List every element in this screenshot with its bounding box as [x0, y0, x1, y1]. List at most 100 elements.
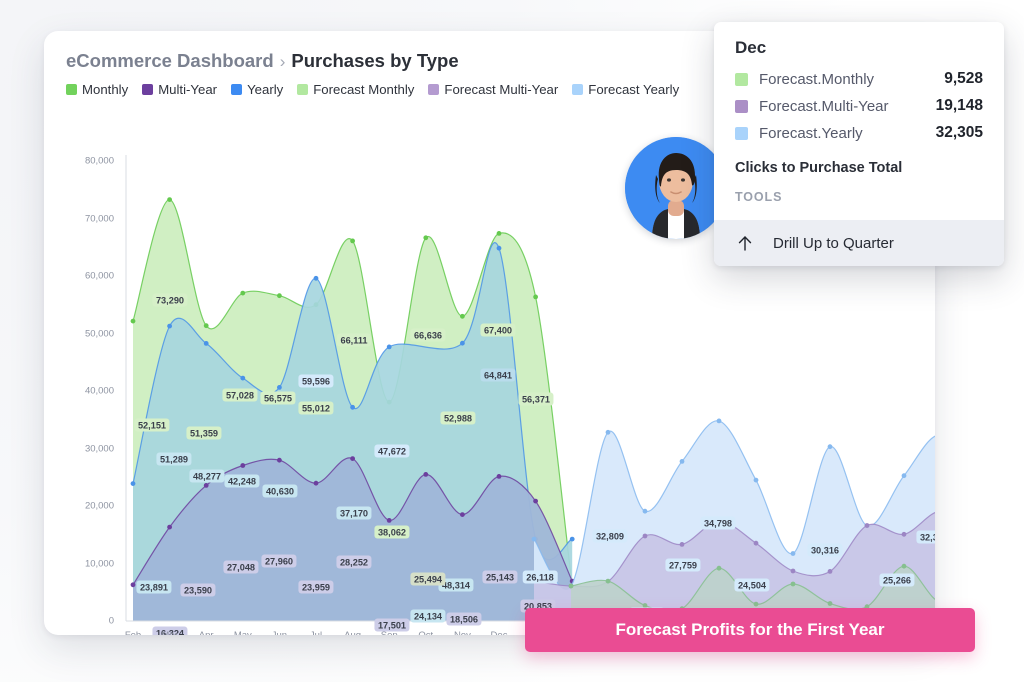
chart-legend: Monthly Multi-Year Yearly Forecast Monthly F…	[66, 82, 679, 97]
data-point[interactable]	[790, 551, 796, 556]
legend-swatch-icon	[572, 84, 584, 95]
data-point[interactable]	[605, 429, 611, 435]
legend-item-yearly[interactable]: Yearly	[231, 82, 283, 97]
data-point[interactable]	[642, 508, 648, 514]
data-point[interactable]	[568, 583, 574, 589]
breadcrumb-parent[interactable]: eCommerce Dashboard	[66, 50, 274, 71]
data-point[interactable]	[753, 540, 759, 546]
data-point[interactable]	[901, 473, 907, 479]
data-point[interactable]	[130, 481, 136, 486]
data-point[interactable]	[790, 568, 796, 574]
data-point[interactable]	[827, 444, 833, 450]
legend-swatch-icon	[142, 84, 154, 95]
data-point-label: 25,143	[482, 570, 518, 584]
x-axis-tick: Dec	[491, 630, 508, 635]
data-point[interactable]	[203, 341, 209, 346]
data-point[interactable]	[679, 459, 685, 464]
data-point[interactable]	[203, 323, 209, 329]
data-point[interactable]	[423, 235, 429, 241]
data-point-label: 30,316	[807, 543, 843, 557]
forecast-profits-button[interactable]: Forecast Profits for the First Year	[525, 608, 975, 652]
data-point-label: 27,048	[223, 560, 259, 574]
data-point[interactable]	[716, 565, 722, 571]
tooltip-swatch-icon	[735, 72, 748, 86]
tooltip-body: Dec Forecast.Monthly 9,528 Forecast.Multi-…	[714, 22, 1004, 220]
data-point[interactable]	[386, 518, 392, 523]
data-point-label: 47,672	[374, 444, 410, 458]
data-point-label: 51,359	[186, 426, 222, 440]
data-point[interactable]	[240, 463, 246, 468]
data-point-label: 25,494	[410, 572, 446, 586]
x-axis-tick: Jun	[272, 630, 287, 635]
data-point[interactable]	[679, 542, 685, 547]
legend-swatch-icon	[297, 84, 309, 95]
data-point[interactable]	[277, 457, 282, 463]
data-point[interactable]	[350, 456, 355, 461]
data-point-label: 55,012	[298, 401, 334, 415]
breadcrumb: eCommerce Dashboard › Purchases by Type	[66, 50, 459, 72]
data-point[interactable]	[827, 569, 833, 574]
data-point[interactable]	[901, 563, 907, 569]
data-point[interactable]	[240, 375, 246, 381]
data-point[interactable]	[531, 536, 537, 542]
data-point[interactable]	[790, 581, 796, 587]
data-point[interactable]	[496, 231, 502, 236]
data-point[interactable]	[203, 483, 209, 488]
data-point-label: 52,151	[134, 418, 170, 432]
tooltip-swatch-icon	[735, 99, 748, 113]
legend-label: Forecast Monthly	[313, 82, 415, 97]
data-point[interactable]	[460, 313, 465, 319]
drill-up-to-quarter-button[interactable]: Drill Up to Quarter	[714, 220, 1004, 266]
data-point[interactable]	[167, 323, 172, 329]
legend-item-forecast-monthly[interactable]: Forecast Monthly	[297, 82, 414, 97]
x-axis-tick: Nov	[454, 630, 471, 635]
data-point[interactable]	[533, 498, 538, 504]
tooltip-row: Forecast.Multi-Year 19,148	[735, 97, 983, 115]
data-point[interactable]	[753, 477, 759, 483]
data-point[interactable]	[716, 418, 722, 424]
data-point[interactable]	[460, 512, 465, 517]
data-point-label: 56,575	[260, 391, 296, 405]
data-point[interactable]	[350, 238, 355, 244]
legend-swatch-icon	[231, 84, 243, 95]
data-point[interactable]	[605, 578, 611, 584]
data-point[interactable]	[130, 582, 136, 588]
data-point[interactable]	[167, 524, 172, 530]
data-point[interactable]	[313, 480, 319, 486]
data-point[interactable]	[642, 533, 648, 539]
data-point[interactable]	[533, 294, 538, 300]
data-point[interactable]	[167, 197, 172, 202]
avatar-illustration	[625, 137, 727, 239]
data-point[interactable]	[827, 601, 833, 606]
legend-item-multi-year[interactable]: Multi-Year	[142, 82, 217, 97]
data-point[interactable]	[864, 523, 870, 528]
legend-item-monthly[interactable]: Monthly	[66, 82, 128, 97]
page-title: Purchases by Type	[291, 50, 459, 71]
data-point[interactable]	[240, 290, 246, 296]
legend-item-forecast-yearly[interactable]: Forecast Yearly	[572, 82, 679, 97]
data-point[interactable]	[350, 404, 355, 410]
data-point[interactable]	[423, 472, 429, 477]
data-point[interactable]	[496, 474, 502, 479]
data-point[interactable]	[496, 245, 502, 251]
data-point[interactable]	[569, 536, 575, 542]
data-point[interactable]	[901, 531, 907, 537]
data-point-label: 42,248	[224, 474, 260, 488]
legend-item-forecast-multi-year[interactable]: Forecast Multi-Year	[428, 82, 558, 97]
data-point-label: 56,371	[518, 392, 554, 406]
tooltip-swatch-icon	[735, 126, 748, 140]
data-point[interactable]	[277, 385, 282, 390]
data-point[interactable]	[130, 318, 136, 324]
legend-label: Multi-Year	[158, 82, 218, 97]
tooltip-row: Forecast.Monthly 9,528	[735, 70, 983, 88]
data-point-label: 48,277	[189, 469, 225, 483]
data-point-label: 27,960	[261, 554, 297, 568]
data-point[interactable]	[753, 601, 759, 607]
data-point-label: 23,959	[298, 580, 334, 594]
data-point[interactable]	[313, 275, 319, 281]
data-point[interactable]	[460, 340, 465, 346]
data-point[interactable]	[277, 293, 282, 299]
data-point[interactable]	[386, 344, 392, 350]
chart-tooltip-panel: Dec Forecast.Monthly 9,528 Forecast.Multi-…	[714, 22, 1004, 266]
x-axis-tick: Aug	[344, 630, 361, 635]
